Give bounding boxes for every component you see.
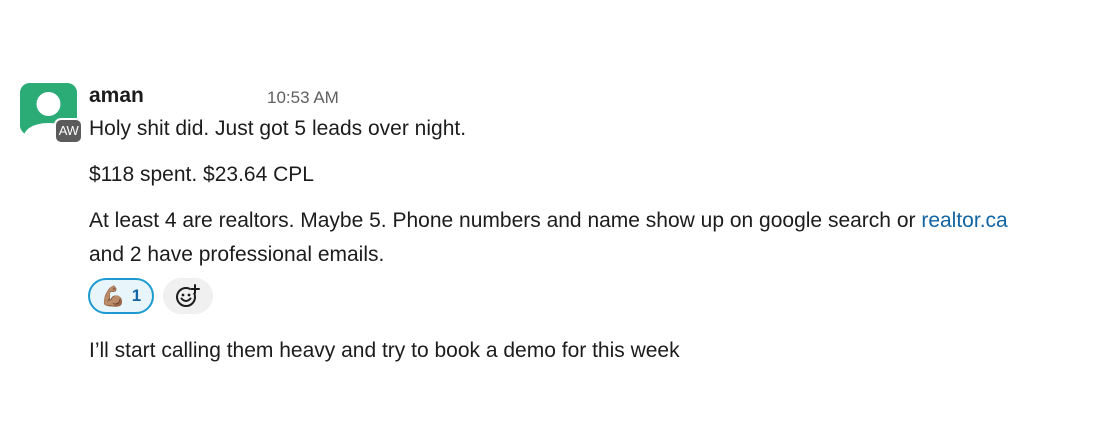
message-line: and 2 have professional emails. (89, 243, 385, 266)
message-line: $118 spent. $23.64 CPL (89, 163, 314, 186)
message-line: I’ll start calling them heavy and try to… (89, 339, 680, 362)
author-name[interactable]: aman (89, 84, 144, 108)
flexed-biceps-icon: 💪🏽 (100, 284, 126, 308)
message-line: At least 4 are realtors. Maybe 5. Phone … (89, 204, 1008, 238)
message-line: Holy shit did. Just got 5 leads over nig… (89, 117, 467, 140)
message-timestamp[interactable]: 10:53 AM (267, 88, 339, 108)
add-emoji-icon (176, 284, 200, 307)
reaction-button[interactable]: 💪🏽 1 (88, 278, 154, 314)
realtor-link[interactable]: realtor.ca (921, 209, 1007, 232)
chat-message: AW aman 10:53 AM Holy shit did. Just got… (0, 0, 1114, 438)
message-line-text: At least 4 are realtors. Maybe 5. Phone … (89, 209, 922, 232)
add-reaction-button[interactable] (163, 278, 213, 314)
avatar-badge: AW (54, 118, 83, 144)
reaction-count: 1 (131, 286, 142, 305)
